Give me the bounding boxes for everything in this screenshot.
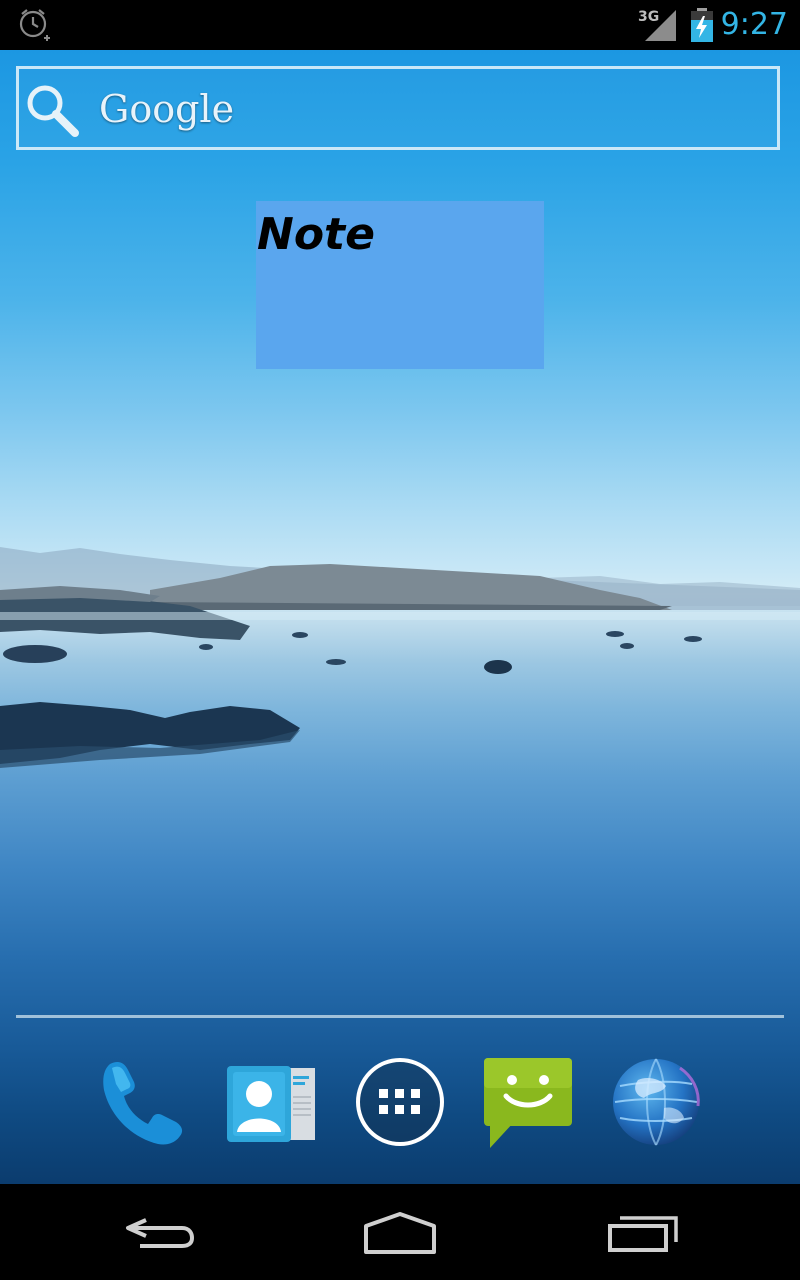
search-icon — [27, 85, 79, 137]
dock-divider — [16, 1015, 784, 1018]
google-search-bar[interactable]: Google — [16, 66, 780, 150]
search-label: Google — [99, 87, 235, 131]
app-drawer-icon[interactable] — [354, 1056, 446, 1148]
note-title: Note — [257, 209, 375, 260]
back-icon[interactable] — [110, 1200, 210, 1264]
status-bar: 3G 9:27 — [0, 0, 800, 50]
phone-icon[interactable] — [96, 1056, 188, 1148]
note-widget[interactable]: Note — [256, 201, 544, 369]
contacts-icon[interactable] — [225, 1056, 317, 1148]
recent-apps-icon[interactable] — [594, 1200, 694, 1264]
browser-icon[interactable] — [610, 1056, 702, 1148]
clock: 9:27 — [720, 7, 788, 42]
messaging-icon[interactable] — [482, 1056, 574, 1148]
home-icon[interactable] — [350, 1200, 450, 1264]
battery-charging-icon — [691, 8, 713, 42]
alarm-icon — [19, 9, 50, 41]
signal-icon — [645, 10, 676, 41]
